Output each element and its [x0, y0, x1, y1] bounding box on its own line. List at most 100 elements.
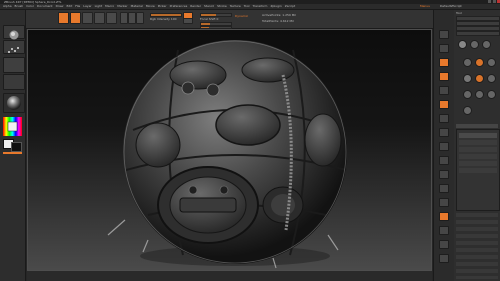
rotate-view-button[interactable]: [439, 226, 449, 235]
subtool-item[interactable]: [459, 147, 497, 152]
gradient-indicator[interactable]: [3, 152, 22, 154]
edit-button[interactable]: [58, 12, 69, 24]
document-viewport[interactable]: [27, 29, 432, 271]
transp-button[interactable]: [439, 254, 449, 263]
m-button[interactable]: [136, 12, 144, 24]
scale-button[interactable]: [94, 12, 105, 24]
menu-item-movie[interactable]: Movie: [146, 4, 155, 8]
tool-preview-sphere-icon[interactable]: [458, 40, 467, 49]
tool-icon-6[interactable]: [487, 74, 496, 83]
menu-default-zscript[interactable]: DefaultZScript: [440, 4, 462, 8]
menu-item-brush[interactable]: Brush: [15, 4, 24, 8]
rotate-button[interactable]: [106, 12, 117, 24]
aahalf-button[interactable]: [439, 100, 449, 109]
actual-button[interactable]: [439, 86, 449, 95]
menu-item-document[interactable]: Document: [37, 4, 53, 8]
subtool-item[interactable]: [459, 154, 497, 159]
draw-button[interactable]: [70, 12, 81, 24]
preview-section[interactable]: [456, 241, 498, 245]
polymesh-icon[interactable]: [463, 74, 472, 83]
menu-item-zscript[interactable]: Zscript: [285, 4, 295, 8]
tool-icon-9[interactable]: [487, 90, 496, 99]
tool-thumbnail-2-icon[interactable]: [482, 40, 491, 49]
dynamic-button[interactable]: Dynamic: [235, 14, 248, 18]
subtool-item[interactable]: [459, 168, 497, 173]
local-button[interactable]: [439, 142, 449, 151]
geometry-section[interactable]: [456, 213, 498, 217]
minimize-icon[interactable]: [488, 0, 491, 3]
subtool-item[interactable]: [459, 140, 497, 145]
stroke-thumbnail[interactable]: [3, 40, 25, 54]
tool-icon-8[interactable]: [475, 90, 484, 99]
menu-item-light[interactable]: Light: [95, 4, 103, 8]
menu-item-stroke[interactable]: Stroke: [217, 4, 227, 8]
menu-item-stencil[interactable]: Stencil: [204, 4, 214, 8]
lsym-button[interactable]: [439, 156, 449, 165]
zsub-button[interactable]: [183, 18, 193, 24]
sphere-droid-model[interactable]: [28, 30, 431, 270]
menu-item-picker[interactable]: Picker: [158, 4, 167, 8]
menu-item-alpha[interactable]: Alpha: [3, 4, 12, 8]
subtool-list[interactable]: [456, 129, 500, 211]
menu-item-layer[interactable]: Layer: [83, 4, 91, 8]
xyz-button[interactable]: [439, 170, 449, 179]
total-points-readout: TotalPoints: 4.612 Mil: [262, 19, 294, 23]
move-button[interactable]: [82, 12, 93, 24]
deformation-section[interactable]: [456, 255, 498, 259]
maximize-icon[interactable]: [493, 0, 496, 3]
menu-items: Alpha Brush Color Document Draw Edit File Layer…: [3, 4, 298, 8]
geometry-hd-section[interactable]: [456, 234, 498, 238]
tool-icon-10[interactable]: [463, 106, 472, 115]
polygroups-section[interactable]: [456, 276, 498, 279]
brush-thumbnail[interactable]: [3, 25, 25, 40]
masking-section[interactable]: [456, 262, 498, 266]
spix-button[interactable]: [439, 44, 449, 53]
import-button[interactable]: [456, 31, 500, 36]
move-view-button[interactable]: [439, 198, 449, 207]
menu-item-color[interactable]: Color: [26, 4, 34, 8]
texture-thumbnail[interactable]: [3, 74, 25, 90]
brush-preset-icon[interactable]: [463, 58, 472, 67]
frame-button[interactable]: [439, 184, 449, 193]
scroll-button[interactable]: [439, 58, 449, 67]
menu-item-marker[interactable]: Marker: [117, 4, 127, 8]
scale-view-button[interactable]: [439, 212, 449, 221]
mrgb-button[interactable]: [120, 12, 128, 24]
subtool-item-active[interactable]: [459, 133, 497, 138]
layers-section[interactable]: [456, 220, 498, 224]
active-brush-icon[interactable]: [475, 58, 484, 67]
zoom-button[interactable]: [439, 72, 449, 81]
menu-item-transform[interactable]: Transform: [253, 4, 268, 8]
alpha-thumbnail[interactable]: [3, 57, 25, 73]
menu-item-render[interactable]: Render: [190, 4, 201, 8]
menu-item-tool[interactable]: Tool: [244, 4, 250, 8]
menu-item-texture[interactable]: Texture: [230, 4, 241, 8]
rgb-button[interactable]: [128, 12, 136, 24]
material-thumbnail[interactable]: [3, 93, 25, 113]
active-points-readout: ActivePoints: 1.259 Mil: [262, 13, 297, 17]
color-picker[interactable]: [3, 117, 22, 136]
menu-item-file[interactable]: File: [75, 4, 80, 8]
color-wheel-icon: [3, 117, 22, 136]
visibility-section[interactable]: [456, 269, 498, 273]
orange-tool-icon[interactable]: [475, 74, 484, 83]
menu-item-draw[interactable]: Draw: [56, 4, 64, 8]
menu-item-preferences[interactable]: Preferences: [170, 4, 188, 8]
menu-menus-button[interactable]: Menus: [420, 4, 430, 8]
subtool-item[interactable]: [459, 161, 497, 166]
tool-thumbnail-icon[interactable]: [470, 40, 479, 49]
floor-button[interactable]: [439, 128, 449, 137]
brush-preset-3-icon[interactable]: [487, 58, 496, 67]
subtool-section[interactable]: [456, 124, 498, 128]
menu-item-macro[interactable]: Macro: [105, 4, 114, 8]
polyf-button[interactable]: [439, 240, 449, 249]
tool-icon-7[interactable]: [463, 90, 472, 99]
menu-item-edit[interactable]: Edit: [66, 4, 72, 8]
fibermesh-section[interactable]: [456, 227, 498, 231]
surface-section[interactable]: [456, 248, 498, 252]
menu-item-material[interactable]: Material: [131, 4, 143, 8]
menu-item-zplugin[interactable]: Zplugin: [270, 4, 281, 8]
persp-button[interactable]: [439, 114, 449, 123]
bpr-button[interactable]: [439, 30, 449, 39]
secondary-color-swatch[interactable]: [11, 142, 22, 152]
